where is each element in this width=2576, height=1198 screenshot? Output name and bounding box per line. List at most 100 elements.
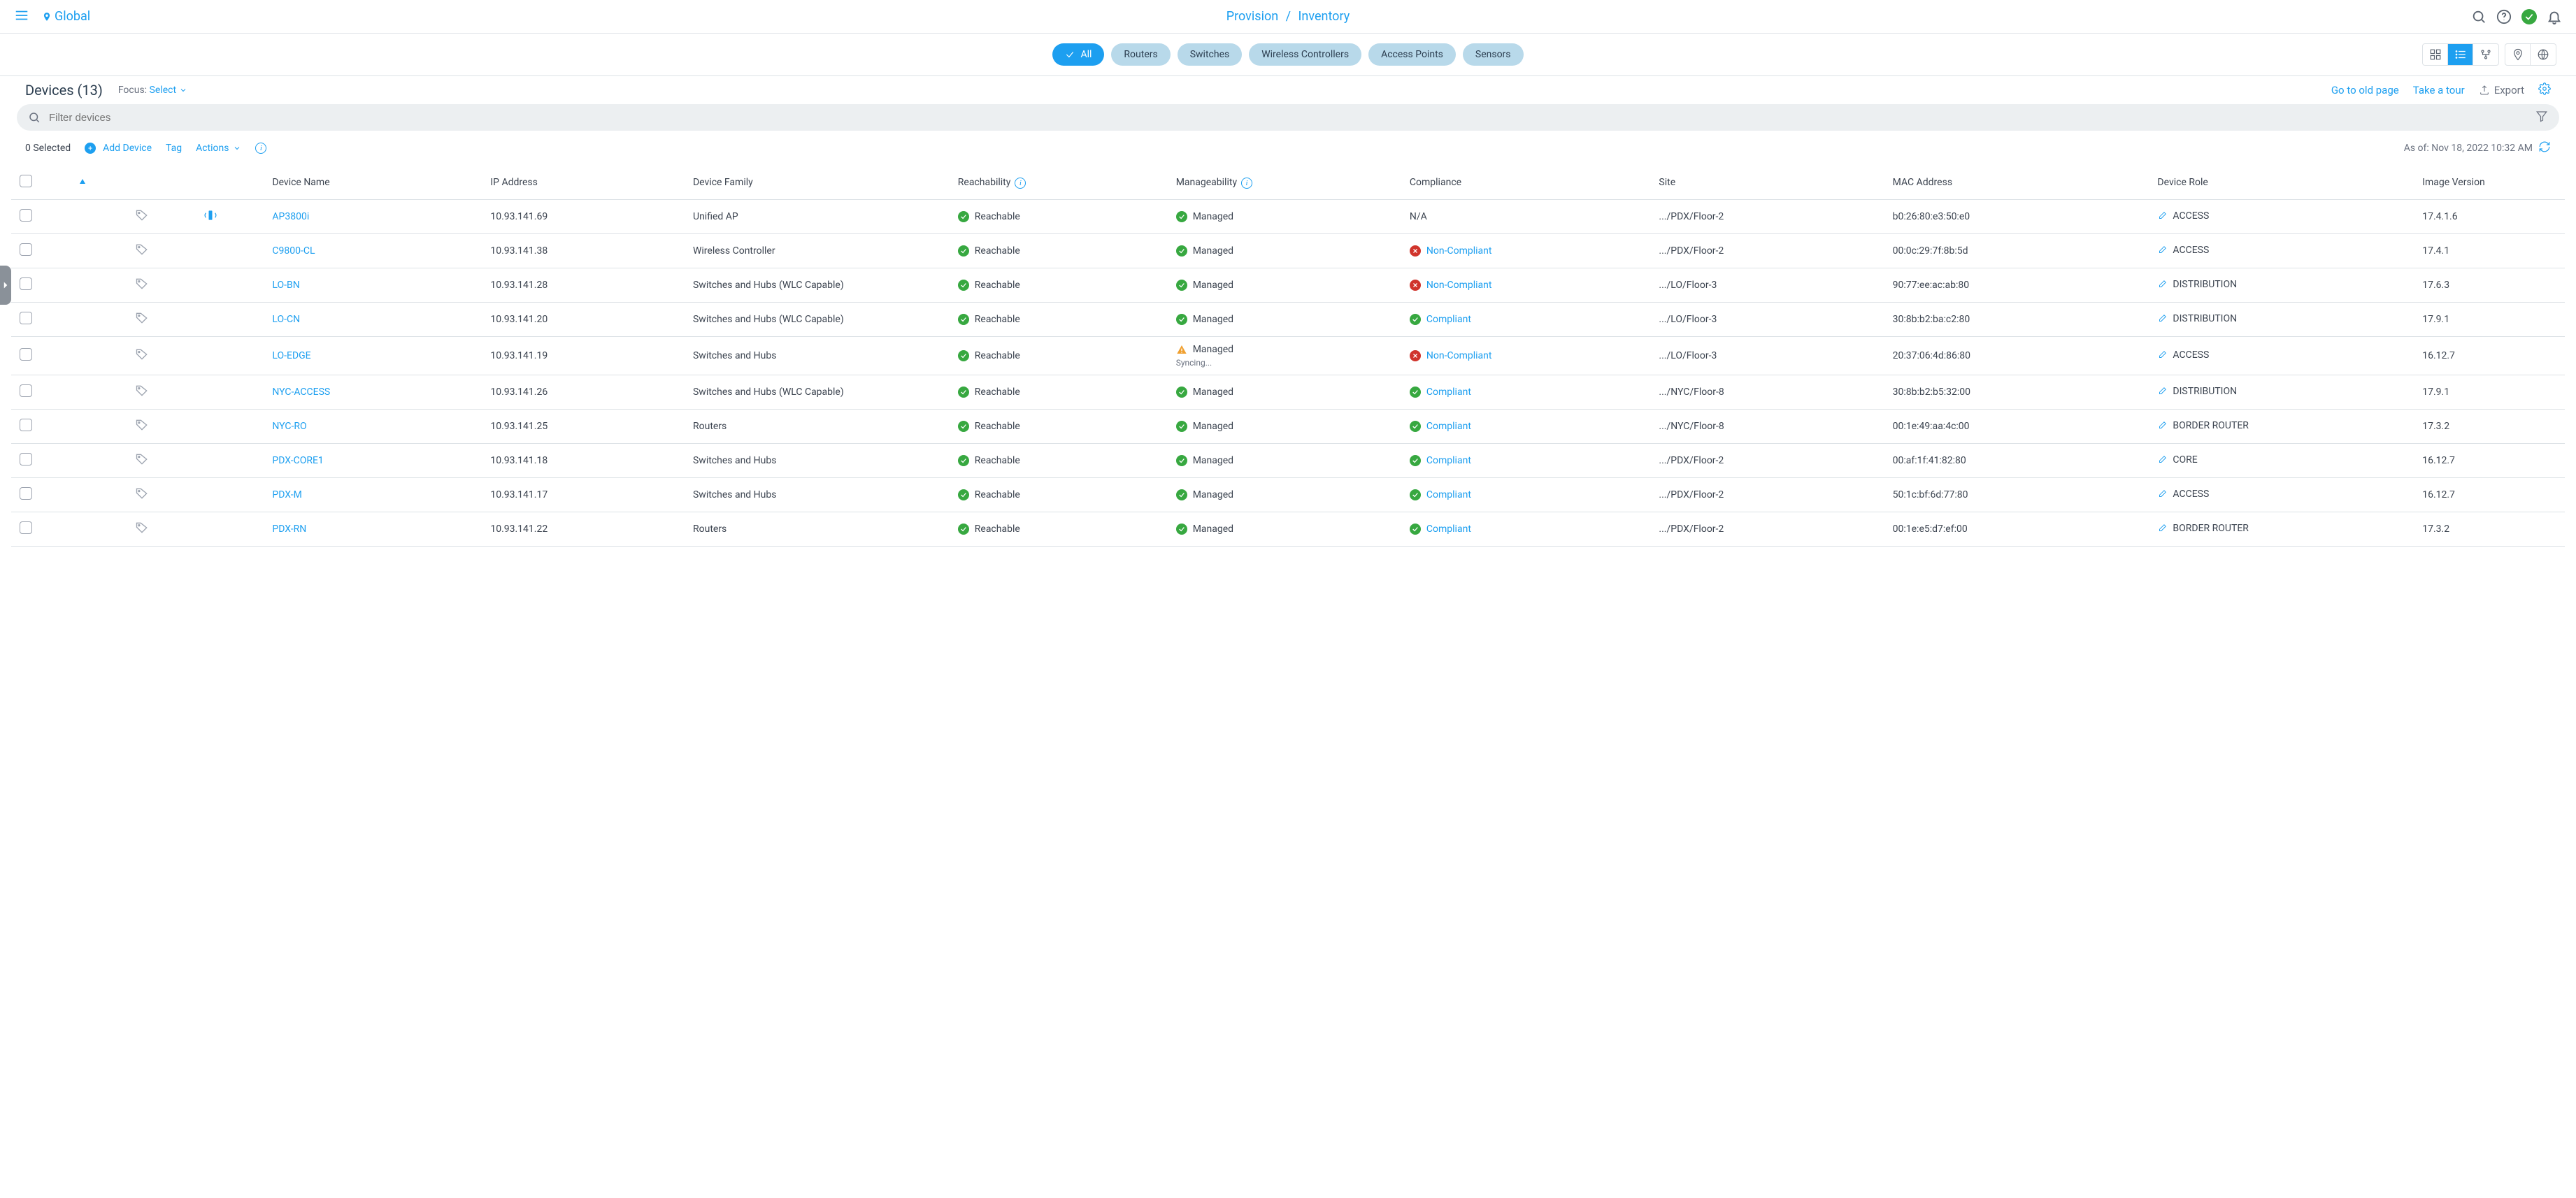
- row-checkbox[interactable]: [20, 521, 32, 534]
- role-cell[interactable]: ACCESS: [2157, 210, 2209, 222]
- compliance-link[interactable]: Compliant: [1426, 524, 1471, 535]
- chip-switches[interactable]: Switches: [1178, 43, 1243, 66]
- tag-icon[interactable]: [135, 282, 149, 294]
- device-name-link[interactable]: LO-CN: [272, 314, 300, 325]
- tag-icon[interactable]: [135, 389, 149, 400]
- actions-dropdown[interactable]: Actions: [196, 143, 241, 154]
- view-map-icon[interactable]: [2505, 44, 2531, 65]
- role-cell[interactable]: DISTRIBUTION: [2157, 386, 2237, 397]
- help-icon[interactable]: [2496, 9, 2512, 24]
- device-name-link[interactable]: NYC-RO: [272, 421, 306, 432]
- chip-sensors[interactable]: Sensors: [1463, 43, 1524, 66]
- col-ip[interactable]: IP Address: [485, 166, 687, 200]
- row-checkbox[interactable]: [20, 209, 32, 222]
- add-device-link[interactable]: + Add Device: [85, 143, 152, 154]
- filter-icon[interactable]: [2535, 110, 2548, 125]
- chip-all[interactable]: All: [1052, 43, 1104, 66]
- breadcrumb-provision[interactable]: Provision: [1226, 9, 1278, 24]
- tag-icon[interactable]: [135, 424, 149, 435]
- col-mac[interactable]: MAC Address: [1887, 166, 2152, 200]
- tag-icon[interactable]: [135, 214, 149, 225]
- tag-icon[interactable]: [135, 526, 149, 537]
- row-checkbox[interactable]: [20, 348, 32, 361]
- mac-text: 90:77:ee:ac:ab:80: [1887, 268, 2152, 303]
- system-status-icon[interactable]: [2521, 9, 2537, 24]
- device-name-link[interactable]: C9800-CL: [272, 245, 315, 257]
- role-cell[interactable]: CORE: [2157, 454, 2197, 466]
- breadcrumb-inventory[interactable]: Inventory: [1298, 9, 1350, 24]
- chip-routers[interactable]: Routers: [1111, 43, 1170, 66]
- role-cell[interactable]: BORDER ROUTER: [2157, 523, 2249, 534]
- device-name-link[interactable]: PDX-M: [272, 489, 301, 500]
- refresh-icon[interactable]: [2538, 140, 2551, 156]
- col-reachability[interactable]: Reachabilityi: [952, 166, 1171, 200]
- focus-select[interactable]: Select: [150, 85, 187, 96]
- device-name-link[interactable]: NYC-ACCESS: [272, 387, 330, 398]
- role-cell[interactable]: ACCESS: [2157, 349, 2209, 361]
- info-icon[interactable]: i: [1015, 178, 1026, 189]
- tag-icon[interactable]: [135, 353, 149, 364]
- role-cell[interactable]: DISTRIBUTION: [2157, 313, 2237, 324]
- role-cell[interactable]: ACCESS: [2157, 245, 2209, 256]
- side-drawer-handle[interactable]: [0, 266, 11, 305]
- device-name-link[interactable]: PDX-RN: [272, 524, 306, 535]
- col-manageability[interactable]: Manageabilityi: [1171, 166, 1404, 200]
- row-checkbox[interactable]: [20, 243, 32, 256]
- compliance-link[interactable]: Non-Compliant: [1426, 280, 1492, 291]
- row-checkbox[interactable]: [20, 453, 32, 466]
- row-checkbox[interactable]: [20, 312, 32, 324]
- status-ok-icon: [1176, 211, 1187, 222]
- col-role[interactable]: Device Role: [2152, 166, 2417, 200]
- take-tour-link[interactable]: Take a tour: [2413, 84, 2465, 96]
- tag-icon[interactable]: [135, 458, 149, 469]
- tag-icon[interactable]: [135, 492, 149, 503]
- col-device-name[interactable]: Device Name: [266, 166, 485, 200]
- view-list-icon[interactable]: [2448, 44, 2473, 65]
- col-family[interactable]: Device Family: [687, 166, 952, 200]
- device-name-link[interactable]: LO-EDGE: [272, 350, 310, 361]
- hamburger-icon[interactable]: [14, 8, 29, 26]
- row-checkbox[interactable]: [20, 384, 32, 397]
- info-icon[interactable]: i: [255, 143, 266, 154]
- ip-text: 10.93.141.20: [485, 303, 687, 337]
- compliance-link[interactable]: Non-Compliant: [1426, 350, 1492, 361]
- export-link[interactable]: Export: [2479, 84, 2524, 96]
- device-name-link[interactable]: LO-BN: [272, 280, 299, 291]
- role-cell[interactable]: BORDER ROUTER: [2157, 420, 2249, 431]
- compliance-link[interactable]: Compliant: [1426, 455, 1471, 466]
- settings-icon[interactable]: [2538, 82, 2551, 98]
- status-ok-icon: [1410, 314, 1421, 325]
- info-icon[interactable]: i: [1241, 178, 1252, 189]
- search-input[interactable]: [48, 111, 2528, 124]
- compliance-link[interactable]: Compliant: [1426, 489, 1471, 500]
- location-global[interactable]: Global: [42, 9, 90, 24]
- role-cell[interactable]: ACCESS: [2157, 489, 2209, 500]
- chip-wireless-controllers[interactable]: Wireless Controllers: [1249, 43, 1361, 66]
- view-card-icon[interactable]: [2423, 44, 2448, 65]
- row-checkbox[interactable]: [20, 419, 32, 431]
- chip-access-points[interactable]: Access Points: [1368, 43, 1456, 66]
- device-name-link[interactable]: AP3800i: [272, 211, 309, 222]
- select-all-checkbox[interactable]: [20, 175, 32, 187]
- compliance-link[interactable]: Non-Compliant: [1426, 245, 1492, 257]
- view-topology-icon[interactable]: [2473, 44, 2498, 65]
- col-image-ver[interactable]: Image Version: [2417, 166, 2565, 200]
- bell-icon[interactable]: [2547, 9, 2562, 24]
- sort-asc-icon[interactable]: [79, 177, 86, 188]
- tag-icon[interactable]: [135, 317, 149, 328]
- row-checkbox[interactable]: [20, 277, 32, 290]
- device-name-link[interactable]: PDX-CORE1: [272, 455, 323, 466]
- row-checkbox[interactable]: [20, 487, 32, 500]
- role-cell[interactable]: DISTRIBUTION: [2157, 279, 2237, 290]
- compliance-link[interactable]: Compliant: [1426, 421, 1471, 432]
- view-globe-icon[interactable]: [2531, 44, 2556, 65]
- search-icon[interactable]: [2471, 9, 2486, 24]
- go-to-old-page-link[interactable]: Go to old page: [2331, 84, 2399, 96]
- tag-icon[interactable]: [135, 248, 149, 259]
- tag-link[interactable]: Tag: [166, 143, 182, 154]
- col-compliance[interactable]: Compliance: [1404, 166, 1654, 200]
- status-ok-icon: [1410, 524, 1421, 535]
- compliance-link[interactable]: Compliant: [1426, 387, 1471, 398]
- col-site[interactable]: Site: [1653, 166, 1887, 200]
- compliance-link[interactable]: Compliant: [1426, 314, 1471, 325]
